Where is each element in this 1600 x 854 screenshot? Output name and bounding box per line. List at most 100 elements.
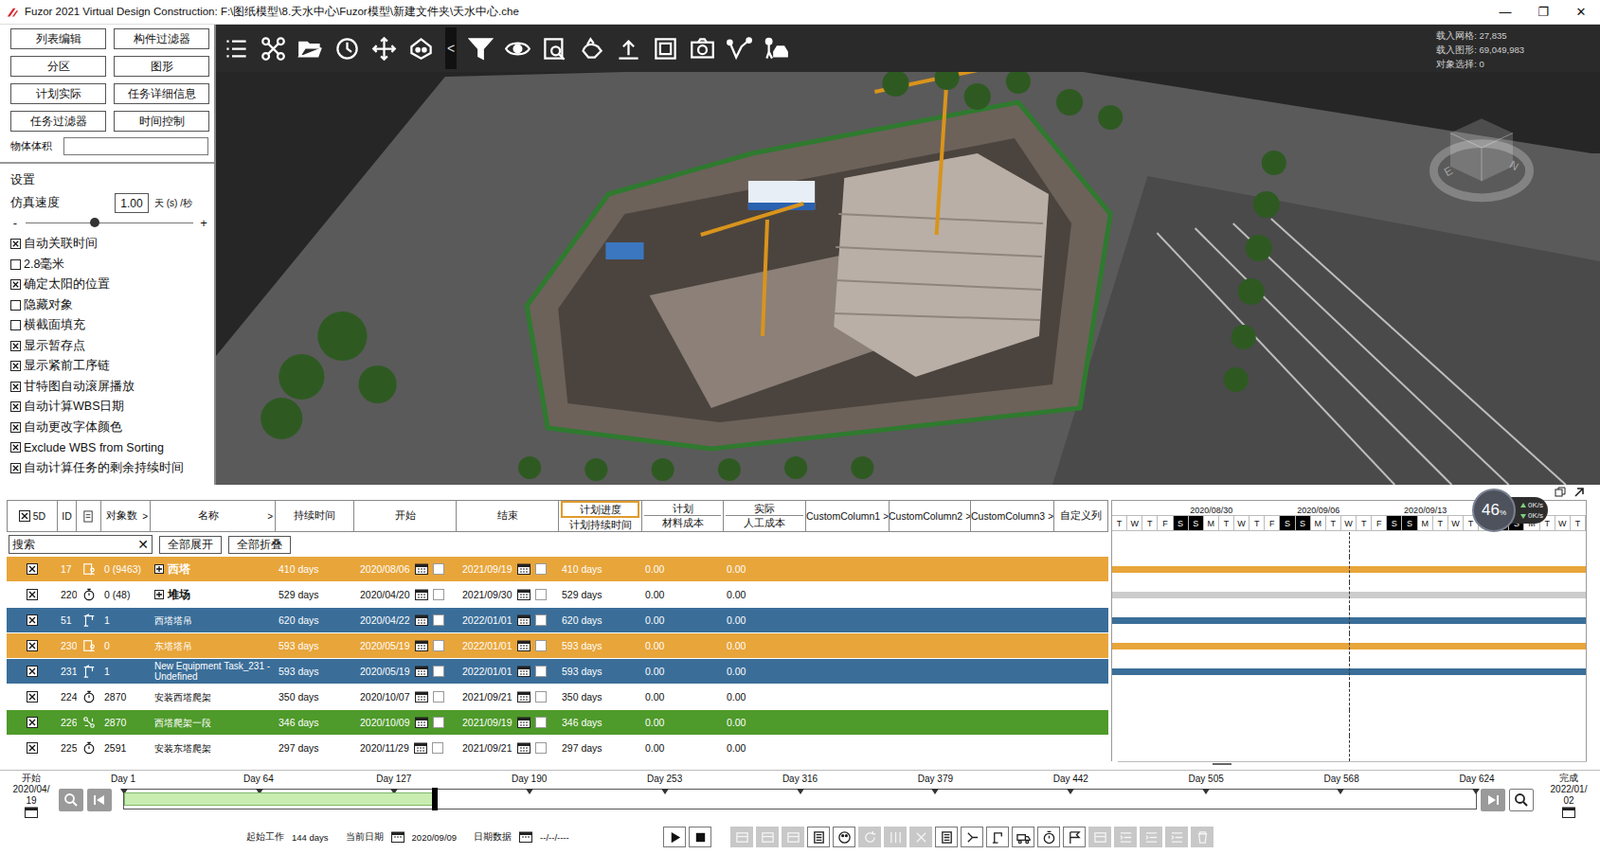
indent-tool-button[interactable] [1165,826,1188,848]
clock-icon[interactable] [334,35,360,62]
start-lock-checkbox[interactable] [432,691,445,703]
start-lock-checkbox[interactable] [432,717,445,729]
skip-end-button[interactable] [1480,789,1506,812]
horizontal-scrollbar[interactable] [1117,761,1587,771]
option-checkbox[interactable]: Exclude WBS from Sorting [10,437,209,459]
doc-tool-button[interactable] [934,826,958,848]
search-clear[interactable]: ✕ [137,537,152,553]
slider-knob[interactable] [89,217,100,228]
view-cube[interactable]: E N [1420,106,1544,211]
flag-tool-button[interactable] [1062,826,1086,848]
visible-checkbox[interactable] [26,589,38,601]
end-lock-checkbox[interactable] [535,742,547,755]
truck-tool-button[interactable] [1011,826,1035,848]
checkbox[interactable] [10,360,21,372]
end-lock-checkbox[interactable] [535,717,547,729]
option-checkbox[interactable]: 2.8毫米 [10,254,209,276]
box-tool-button[interactable] [730,826,754,848]
timeline-handle[interactable] [431,788,438,811]
calendar-icon[interactable] [517,640,531,652]
trash-tool-button[interactable] [1190,826,1214,848]
panel-button[interactable]: 构件过滤器 [113,28,210,50]
end-lock-checkbox[interactable] [535,589,547,601]
zoom-out-button[interactable] [58,789,84,812]
column-header[interactable]: 5D [6,500,58,533]
panel-button[interactable]: 任务过滤器 [10,110,107,132]
column-header[interactable]: 计划进度 计划持续时间 [558,500,643,533]
calendar-icon[interactable] [517,717,531,729]
calendar-icon[interactable] [517,742,531,755]
column-header[interactable]: 名称 > [150,500,276,533]
drone-icon[interactable] [260,35,287,62]
visible-checkbox[interactable] [26,640,38,652]
car-icon[interactable] [763,35,790,62]
option-checkbox[interactable]: 自动关联时间 [10,233,209,255]
calendar-icon[interactable] [414,665,429,678]
calendar-icon[interactable] [414,717,429,729]
checkbox[interactable] [10,238,21,250]
visible-checkbox[interactable] [26,563,38,576]
volume-input[interactable] [63,137,209,156]
timeline-track[interactable] [123,789,1477,810]
calendar-icon[interactable] [1562,807,1576,819]
indent-tool-button[interactable] [1114,826,1137,848]
visible-checkbox[interactable] [26,691,38,703]
column-header[interactable]: CustomColumn1 > [806,500,890,533]
task-row[interactable]: 230 0 东塔塔吊 593 days 2020/05/19 2022/01/0… [6,633,1587,660]
link-icon[interactable] [541,35,568,62]
calendar-icon[interactable] [24,807,38,819]
link-tool-button[interactable] [960,826,984,848]
box-tool-button[interactable] [781,826,805,848]
eye-icon[interactable] [504,35,531,62]
expand-icon[interactable] [154,564,164,575]
option-checkbox[interactable]: 显示紧前工序链 [10,356,209,378]
calendar-icon[interactable] [414,563,429,576]
toolbar-collapse[interactable]: < [445,27,457,70]
panel-button[interactable]: 分区 [10,55,107,77]
palette-tool-button[interactable] [832,826,856,848]
column-header[interactable]: 实际 人工成本 [723,500,807,533]
restore-icon[interactable] [1554,486,1566,499]
calendar-icon[interactable] [413,742,428,755]
box-tool-button[interactable] [755,826,779,848]
sort-arrow[interactable]: > [267,511,273,522]
panel-button[interactable]: 列表编辑 [10,28,107,50]
end-lock-checkbox[interactable] [535,640,547,652]
task-row[interactable]: 51 1 西塔塔吊 620 days 2020/04/22 2022/01/01… [6,608,1587,634]
panel-button[interactable]: 任务详细信息 [113,83,210,105]
column-header[interactable]: CustomColumn3 > [970,500,1055,533]
visible-checkbox[interactable] [26,665,38,678]
calendar-icon[interactable] [517,614,531,627]
start-lock-checkbox[interactable] [432,614,445,627]
scene-render[interactable]: E N [215,71,1600,486]
calendar-icon[interactable] [517,589,531,601]
hand-icon[interactable] [578,35,605,62]
panel-button[interactable]: 计划实际 [10,83,107,105]
stop-button[interactable] [688,826,712,848]
column-header[interactable]: ID [57,500,77,533]
calendar-icon[interactable] [414,640,429,652]
task-row[interactable]: 225 2591 安装东塔爬架 297 days 2020/11/29 2021… [6,736,1587,762]
checkbox[interactable] [10,463,21,474]
checkbox[interactable] [10,422,21,433]
filter-icon[interactable] [467,35,494,62]
start-lock-checkbox[interactable] [432,563,445,576]
option-checkbox[interactable]: 自动更改字体颜色 [10,417,209,439]
calendar-icon[interactable] [517,563,531,576]
checkbox[interactable] [10,381,21,393]
panel-button[interactable]: 图形 [113,55,210,77]
calendar-icon[interactable] [414,691,429,703]
camera-icon[interactable] [689,35,716,62]
speed-minus[interactable]: - [10,215,20,231]
checkbox[interactable] [10,259,21,270]
checkbox[interactable] [10,341,21,352]
column-header[interactable]: 对象数 > [101,500,151,533]
task-row[interactable]: 226 2870 西塔爬架一段 346 days 2020/10/09 2021… [6,710,1587,737]
search-input[interactable] [9,539,138,551]
checkbox[interactable] [10,300,21,311]
start-lock-checkbox[interactable] [432,665,445,678]
film-icon[interactable] [652,35,679,62]
calendar-icon[interactable] [517,665,531,678]
column-header[interactable]: 开始 [354,500,457,533]
list-icon[interactable] [223,35,250,62]
